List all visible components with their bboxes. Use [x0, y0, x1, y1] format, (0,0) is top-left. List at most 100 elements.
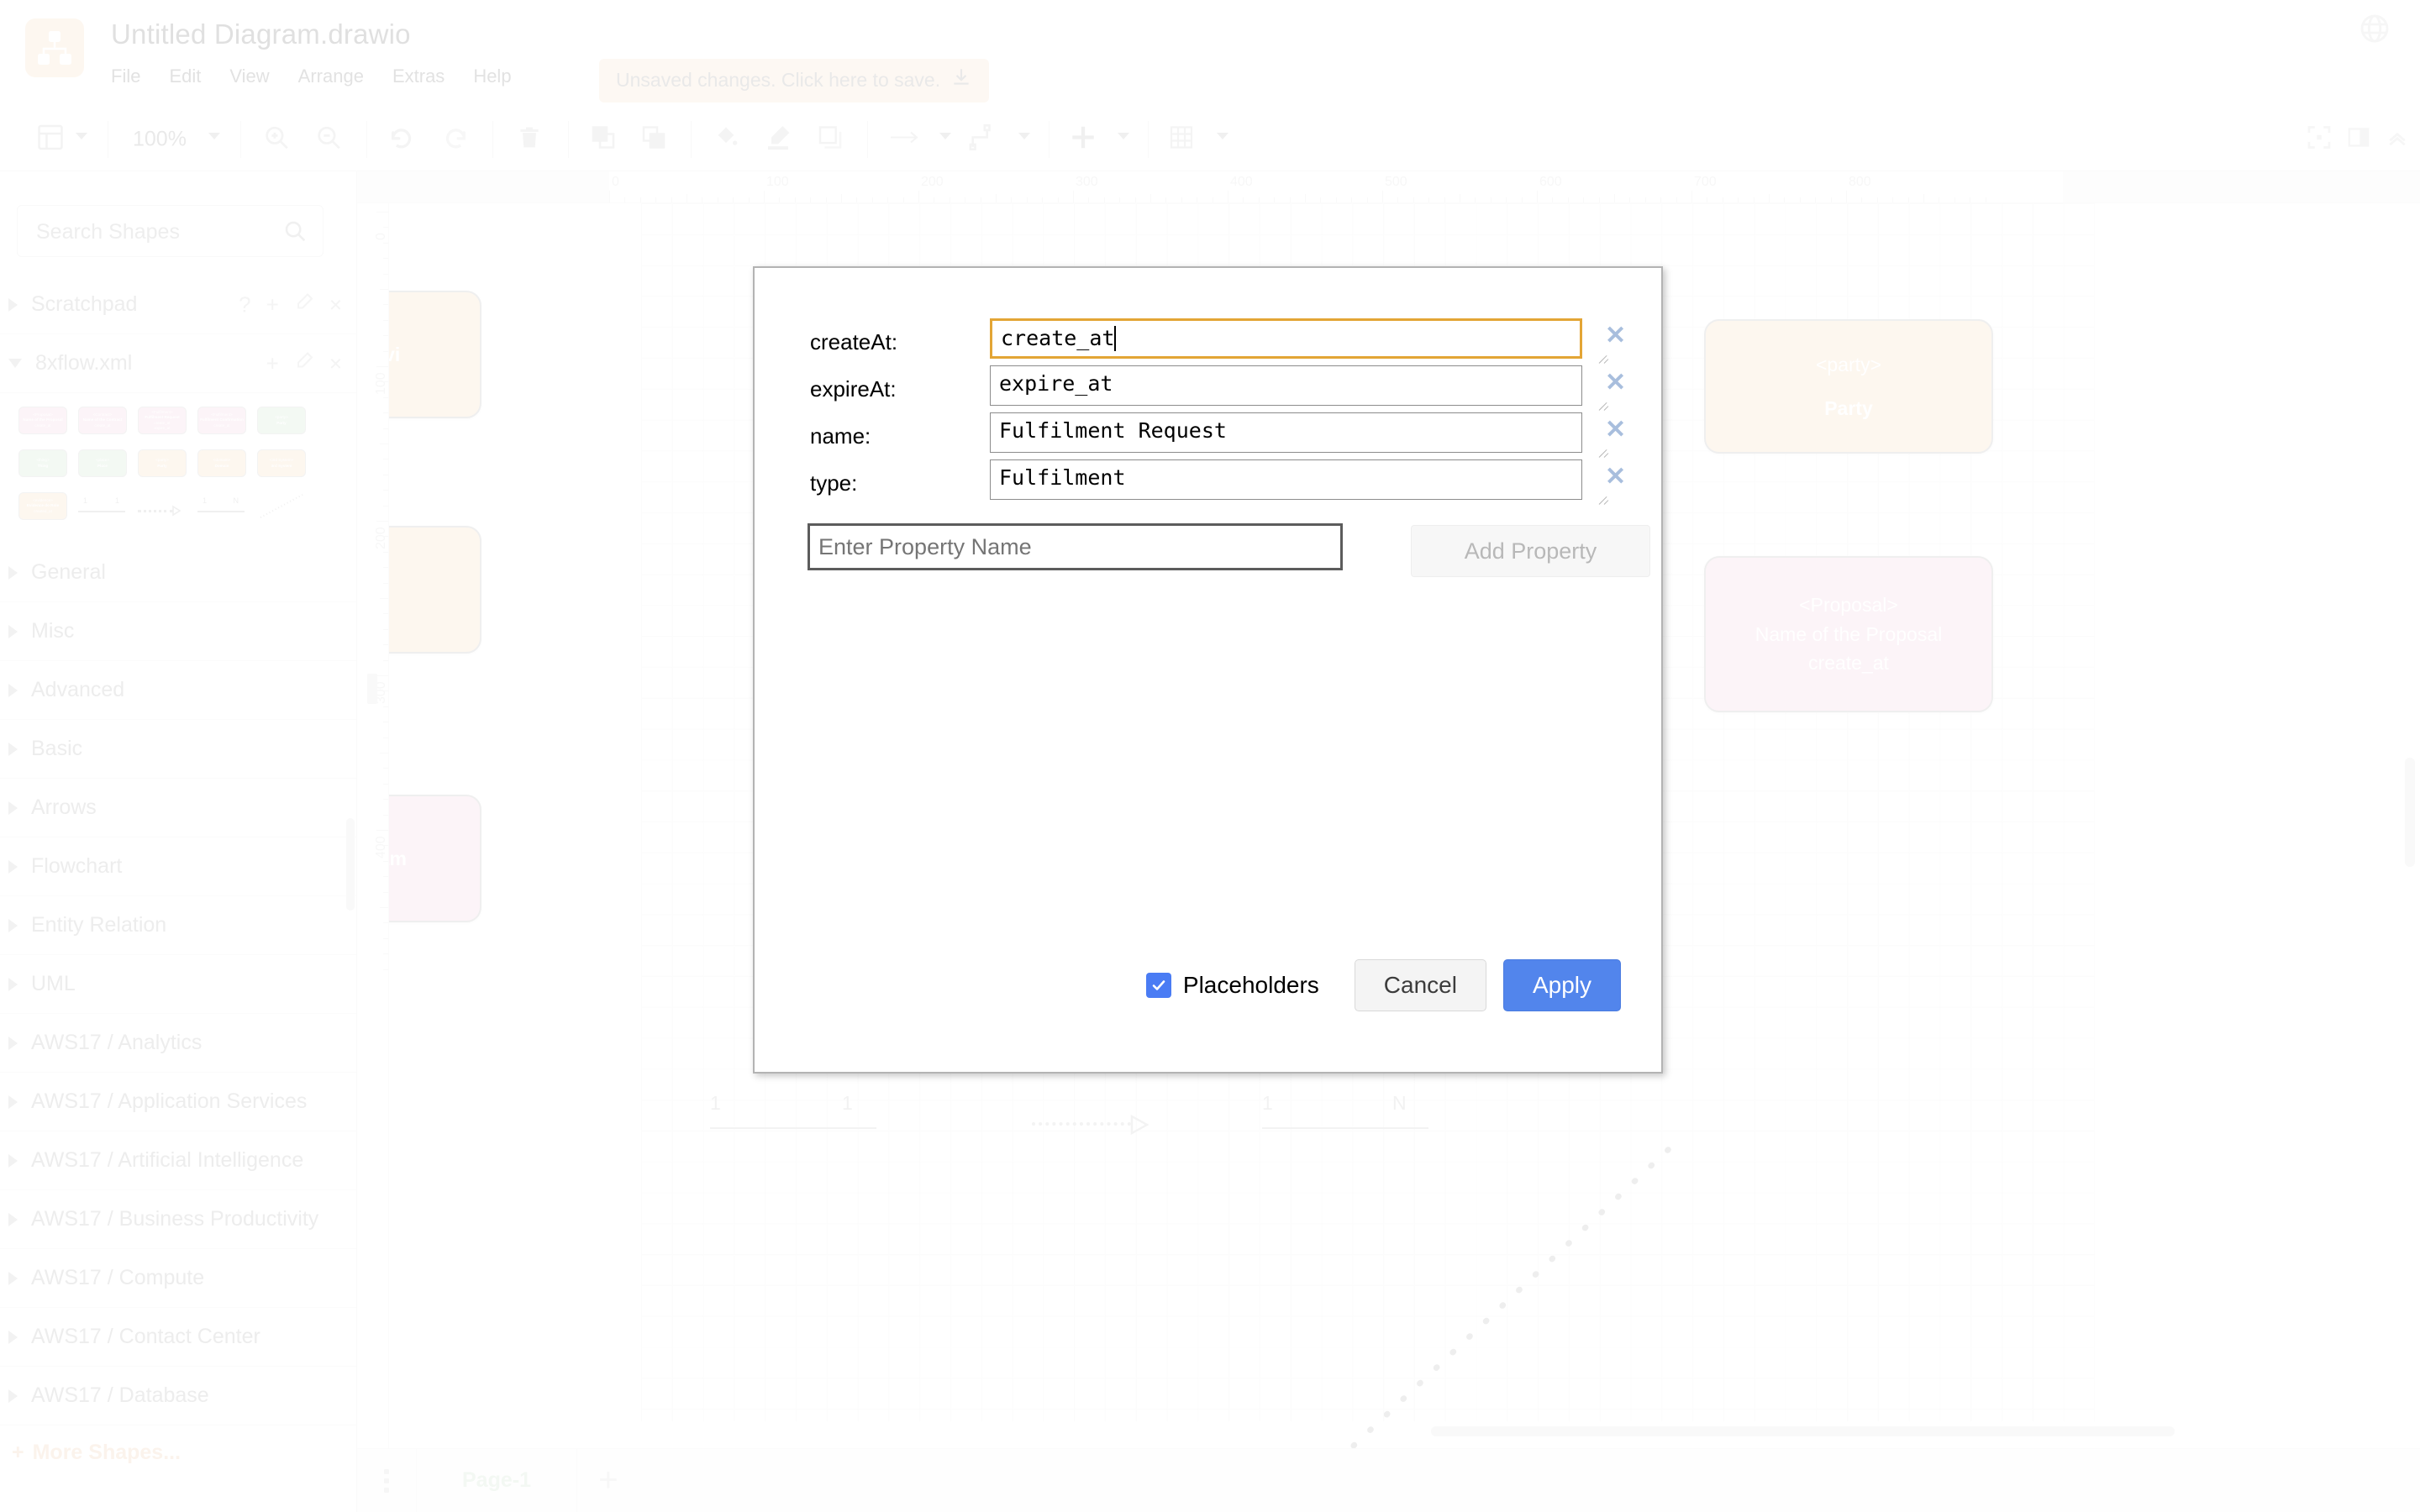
sidebar-item-misc[interactable]: Misc	[0, 602, 357, 661]
waypoints-icon[interactable]	[968, 123, 997, 155]
add-page-icon[interactable]: +	[577, 1462, 639, 1499]
edit-icon[interactable]	[294, 350, 314, 376]
sidebar-section-library[interactable]: 8xflow.xml + ×	[0, 334, 357, 393]
menu-view[interactable]: View	[229, 66, 283, 87]
add-property-button[interactable]: Add Property	[1411, 525, 1650, 577]
palette-shape[interactable]: <evidence>Evidence do Rolecreated_at	[18, 492, 67, 520]
menu-extras[interactable]: Extras	[392, 66, 459, 87]
insert-caret-icon[interactable]	[1118, 133, 1129, 139]
delete-property-type[interactable]: ✕	[1605, 465, 1626, 490]
placeholders-checkbox[interactable]	[1146, 973, 1171, 998]
sidebar-item-uml[interactable]: UML	[0, 955, 357, 1014]
unsaved-changes-banner[interactable]: Unsaved changes. Click here to save.	[599, 59, 989, 102]
sidebar-item-aws17-business-productivity[interactable]: AWS17 / Business Productivity	[0, 1190, 357, 1249]
menu-help[interactable]: Help	[473, 66, 525, 87]
placeholders-checkbox-group[interactable]: Placeholders	[1146, 972, 1319, 999]
apply-button[interactable]: Apply	[1503, 959, 1621, 1011]
sidebar-item-aws17-database[interactable]: AWS17 / Database	[0, 1367, 357, 1425]
palette-shape[interactable]: <party>Party	[257, 407, 306, 434]
palette-shape[interactable]: <3rd System>3rd System	[257, 449, 306, 477]
page-tab-page-1[interactable]: Page-1	[416, 1449, 577, 1512]
canvas-vertical-scrollbar[interactable]	[2405, 758, 2415, 867]
bring-to-front-icon[interactable]	[590, 123, 617, 155]
layout-panels-icon[interactable]	[35, 122, 66, 156]
menu-edit[interactable]: Edit	[169, 66, 215, 87]
new-property-name-input[interactable]	[808, 523, 1343, 570]
delete-property-name[interactable]: ✕	[1605, 417, 1626, 443]
sidebar-item-aws17-compute[interactable]: AWS17 / Compute	[0, 1249, 357, 1308]
sidebar-item-general[interactable]: General	[0, 543, 357, 602]
sidebar-item-advanced[interactable]: Advanced	[0, 661, 357, 720]
property-value-createAt[interactable]	[990, 318, 1582, 359]
help-icon[interactable]: ?	[239, 291, 250, 318]
sidebar-item-aws17-artificial-intelligence[interactable]: AWS17 / Artificial Intelligence	[0, 1131, 357, 1190]
collapse-chevron-icon[interactable]	[2385, 124, 2410, 154]
canvas-connector-1-1[interactable]: 1 1	[710, 1092, 878, 1142]
format-panel-icon[interactable]	[2346, 124, 2371, 154]
send-to-back-icon[interactable]	[640, 123, 667, 155]
layout-caret-icon[interactable]	[76, 133, 87, 139]
sidebar-item-basic[interactable]: Basic	[0, 720, 357, 779]
canvas-node-proposal[interactable]: <Proposal> Name of the Proposal create_a…	[1704, 556, 1993, 712]
canvas-node[interactable]: Nam	[389, 795, 481, 922]
sidebar-item-entity-relation[interactable]: Entity Relation	[0, 896, 357, 955]
zoom-level-label[interactable]: 100%	[133, 127, 187, 151]
close-icon[interactable]: ×	[329, 291, 342, 318]
zoom-out-icon[interactable]	[314, 123, 343, 155]
canvas-node[interactable]: Evi	[389, 291, 481, 418]
zoom-in-icon[interactable]	[262, 123, 291, 155]
palette-shape[interactable]: <party>Party	[138, 449, 187, 477]
delete-property-createAt[interactable]: ✕	[1605, 323, 1626, 349]
sidebar-item-aws17-analytics[interactable]: AWS17 / Analytics	[0, 1014, 357, 1073]
palette-connector-1-1[interactable]: 1 1	[78, 492, 127, 520]
sidebar-item-aws17-contact-center[interactable]: AWS17 / Contact Center	[0, 1308, 357, 1367]
sidebar-section-scratchpad[interactable]: Scratchpad ? + ×	[0, 276, 357, 334]
globe-icon[interactable]	[2358, 12, 2391, 45]
shadow-icon[interactable]	[817, 123, 844, 155]
insert-plus-icon[interactable]	[1069, 123, 1097, 155]
arrow-caret-icon[interactable]	[939, 133, 951, 139]
menu-file[interactable]: File	[111, 66, 155, 87]
palette-connector-dashed-arrow[interactable]	[138, 492, 187, 520]
palette-shape[interactable]: <Fulfilment>Fulfilment Confirmationcreat…	[197, 407, 246, 434]
vertical-ruler-handle[interactable]	[367, 674, 377, 704]
more-shapes-button[interactable]: + More Shapes...	[0, 1425, 357, 1479]
cancel-button[interactable]: Cancel	[1355, 959, 1486, 1011]
canvas-horizontal-scrollbar[interactable]	[1431, 1426, 2175, 1436]
undo-icon[interactable]	[388, 123, 417, 155]
table-icon[interactable]	[1168, 123, 1195, 155]
palette-shape[interactable]: <Fulfilment>Fulfilment Requestcreate_at …	[138, 407, 187, 434]
add-icon[interactable]: +	[266, 350, 279, 376]
search-shapes-input[interactable]: Search Shapes	[17, 205, 324, 257]
trash-icon[interactable]	[516, 123, 543, 155]
fill-color-icon[interactable]	[713, 123, 739, 155]
line-color-icon[interactable]	[765, 123, 792, 155]
canvas-connector-dashed-arrow[interactable]	[1032, 1112, 1154, 1137]
sidebar-scrollbar[interactable]	[346, 818, 355, 911]
close-icon[interactable]: ×	[329, 350, 342, 376]
delete-property-expireAt[interactable]: ✕	[1605, 370, 1626, 396]
canvas-node-party[interactable]: <party> Party	[1704, 319, 1993, 454]
canvas-node[interactable]	[389, 526, 481, 654]
palette-shape[interactable]: <place>Place	[78, 449, 127, 477]
menu-arrange[interactable]: Arrange	[298, 66, 378, 87]
waypoints-caret-icon[interactable]	[1018, 133, 1030, 139]
property-value-name[interactable]	[990, 412, 1582, 453]
arrow-style-icon[interactable]	[889, 128, 923, 150]
redo-icon[interactable]	[440, 123, 469, 155]
property-value-expireAt[interactable]	[990, 365, 1582, 406]
edit-icon[interactable]	[294, 291, 314, 318]
fullscreen-icon[interactable]	[2306, 123, 2333, 155]
sidebar-item-arrows[interactable]: Arrows	[0, 779, 357, 837]
palette-connector-1-n[interactable]: 1 N	[197, 492, 246, 520]
palette-connector-diagonal[interactable]	[257, 492, 306, 520]
page-menu-icon[interactable]	[357, 1469, 416, 1493]
zoom-caret-icon[interactable]	[208, 133, 220, 139]
add-icon[interactable]: +	[266, 291, 279, 318]
palette-shape[interactable]: <domain>Domain	[197, 449, 246, 477]
palette-shape[interactable]: <thing>Thing	[18, 449, 67, 477]
sidebar-item-flowchart[interactable]: Flowchart	[0, 837, 357, 896]
sidebar-item-aws17-application-services[interactable]: AWS17 / Application Services	[0, 1073, 357, 1131]
palette-shape[interactable]: <Proposal>Name of the Proposalcreate_at	[18, 407, 67, 434]
property-value-type[interactable]	[990, 459, 1582, 500]
